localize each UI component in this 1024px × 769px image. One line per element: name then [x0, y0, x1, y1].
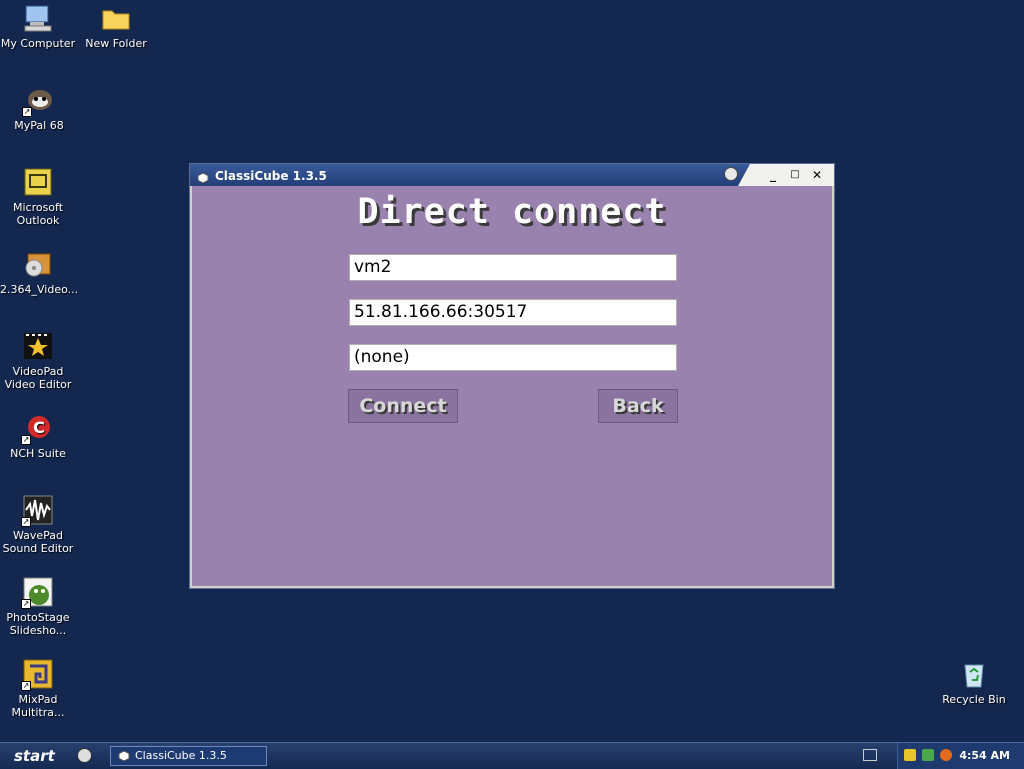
mixpad-icon: ↗	[21, 658, 54, 691]
shortcut-arrow-icon: ↗	[21, 681, 31, 691]
desktop-icon-photostage[interactable]: ↗ PhotoStage Slidesho...	[0, 576, 76, 637]
mppass-field[interactable]: (none)	[349, 344, 677, 371]
window-controls: _ □ ✕	[738, 164, 834, 186]
svg-text:C: C	[33, 418, 45, 437]
address-field[interactable]: 51.81.166.66:30517	[349, 299, 677, 326]
raccoon-icon: ↗	[22, 84, 55, 117]
desktop-icon-label: PhotoStage Slidesho...	[6, 611, 70, 637]
classicube-window: ClassiCube 1.3.5 _ □ ✕ Direct connect vm…	[189, 163, 835, 589]
desktop-icon-label: MyPal 68	[14, 119, 64, 132]
photostage-icon: ↗	[21, 576, 54, 609]
window-client-area: Direct connect vm2 51.81.166.66:30517 (n…	[192, 186, 832, 586]
desktop-icon-mixpad[interactable]: ↗ MixPad Multitra...	[0, 658, 76, 719]
folder-icon	[100, 2, 132, 34]
recycle-bin-icon	[958, 658, 990, 690]
shield-icon[interactable]	[904, 749, 916, 761]
desktop-icon-wavepad[interactable]: ↗ WavePad Sound Editor	[0, 494, 76, 555]
start-label: start	[14, 747, 55, 765]
clock[interactable]: 4:54 AM	[959, 749, 1010, 762]
desktop-icon-outlook[interactable]: Microsoft Outlook	[0, 166, 76, 227]
desktop-icon-video-file[interactable]: 2.364_Video...	[0, 248, 79, 296]
desktop-icon-mypal[interactable]: ↗ MyPal 68	[1, 84, 77, 132]
desktop-icon-label: Recycle Bin	[942, 693, 1006, 706]
desktop-icon-nch-suite[interactable]: C ↗ NCH Suite	[0, 412, 76, 460]
desktop-icon-label: My Computer	[0, 37, 76, 50]
window-titlebar[interactable]: ClassiCube 1.3.5 _ □ ✕	[190, 164, 834, 186]
desktop-icon-label: MixPad Multitra...	[11, 693, 65, 719]
back-button[interactable]: Back	[598, 389, 678, 423]
shortcut-arrow-icon: ↗	[21, 435, 31, 445]
start-button[interactable]: start	[0, 745, 100, 767]
network-icon[interactable]	[922, 749, 934, 761]
film-star-icon	[22, 330, 54, 362]
taskbar-item-classicube[interactable]: ClassiCube 1.3.5	[110, 746, 267, 766]
disc-box-icon	[22, 248, 54, 280]
waveform-icon: ↗	[21, 494, 54, 527]
shortcut-arrow-icon: ↗	[21, 599, 31, 609]
desktop-icon-label: NCH Suite	[10, 447, 66, 460]
shortcut-arrow-icon: ↗	[21, 517, 31, 527]
minimize-button[interactable]: _	[766, 168, 780, 182]
desktop-icon-label: WavePad Sound Editor	[2, 529, 74, 555]
maximize-button[interactable]: □	[788, 168, 802, 182]
nch-logo-icon: C ↗	[21, 412, 54, 445]
keyboard-icon[interactable]	[863, 749, 877, 761]
desktop-icon-my-computer[interactable]: My Computer	[0, 2, 76, 50]
window-title: ClassiCube 1.3.5	[215, 169, 327, 183]
computer-icon	[22, 2, 54, 34]
screen-heading: Direct connect	[357, 192, 667, 232]
search-icon[interactable]	[940, 749, 952, 761]
cube-icon	[118, 750, 130, 768]
desktop-icon-label: VideoPad Video Editor	[4, 365, 72, 391]
system-tray: 4:54 AM	[897, 743, 1024, 769]
start-orb-icon	[77, 748, 92, 763]
desktop-icon-new-folder[interactable]: New Folder	[78, 2, 154, 50]
desktop-icon-label: Microsoft Outlook	[12, 201, 64, 227]
close-button[interactable]: ✕	[810, 168, 824, 182]
taskbar-item-label: ClassiCube 1.3.5	[135, 749, 227, 762]
taskbar: start ClassiCube 1.3.5 4:54 AM	[0, 742, 1024, 769]
pin-icon[interactable]	[724, 167, 738, 181]
desktop-icon-recycle-bin[interactable]: Recycle Bin	[936, 658, 1012, 706]
desktop-icon-label: 2.364_Video...	[0, 283, 79, 296]
outlook-icon	[22, 166, 54, 198]
desktop-icon-label: New Folder	[85, 37, 147, 50]
shortcut-arrow-icon: ↗	[22, 107, 32, 117]
username-field[interactable]: vm2	[349, 254, 677, 281]
connect-button[interactable]: Connect	[348, 389, 458, 423]
desktop-icon-videopad[interactable]: VideoPad Video Editor	[0, 330, 76, 391]
